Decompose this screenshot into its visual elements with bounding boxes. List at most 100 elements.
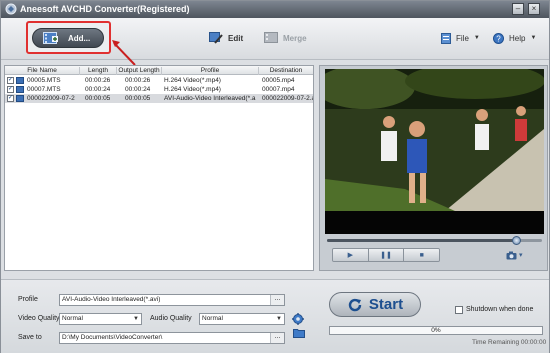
minimize-button[interactable]: –	[512, 3, 524, 15]
cell-destination: 00005.mp4	[262, 77, 295, 84]
audio-quality-select[interactable]: Normal ▼	[199, 313, 285, 325]
row-checkbox[interactable]: ✓	[7, 86, 14, 93]
file-dropdown-arrow-icon: ▼	[473, 35, 480, 41]
playback-controls: ▶ ❚❚ ■	[332, 248, 440, 262]
stop-button[interactable]: ■	[404, 249, 439, 261]
refresh-icon	[348, 298, 362, 311]
cell-length: 00:00:05	[85, 95, 111, 102]
video-file-icon	[16, 95, 24, 102]
title-bar: Aneesoft AVCHD Converter(Registered) – ×	[1, 1, 549, 18]
shutdown-label: Shutdown when done	[466, 306, 534, 313]
camera-icon	[506, 251, 517, 259]
edit-icon	[209, 32, 223, 44]
cell-profile: H.264 Video(*.mp4)	[164, 77, 221, 84]
audio-quality-label: Audio Quality	[150, 315, 192, 322]
app-window: Aneesoft AVCHD Converter(Registered) – ×…	[0, 0, 550, 353]
stop-icon: ■	[419, 251, 424, 259]
merge-icon	[264, 32, 278, 43]
row-checkbox[interactable]: ✓	[7, 77, 14, 84]
save-to-value: D:\My Documents\VideoConverter\	[62, 334, 163, 341]
cell-destination: 00007.mp4	[262, 86, 295, 93]
progress-text: 0%	[431, 327, 441, 334]
video-quality-label: Video Quality	[18, 315, 60, 322]
file-menu[interactable]: File ▼	[441, 30, 480, 46]
progress-bar: 0%	[329, 326, 543, 335]
snapshot-dropdown-arrow-icon: ▾	[519, 252, 523, 259]
video-preview	[325, 69, 544, 234]
save-to-label: Save to	[18, 334, 42, 341]
cell-file-name: 00007.MTS	[27, 86, 61, 93]
pause-icon: ❚❚	[380, 252, 392, 259]
table-row[interactable]: ✓ 00007.MTS 00:00:24 00:00:24 H.264 Vide…	[5, 85, 313, 94]
chevron-down-icon: ▼	[276, 316, 282, 322]
file-icon	[441, 32, 451, 44]
video-quality-value: Normal	[62, 315, 83, 322]
seek-fill	[327, 239, 517, 242]
profile-browse-button[interactable]: ...	[270, 295, 284, 305]
svg-text:?: ?	[496, 34, 501, 43]
help-menu-label: Help	[509, 33, 526, 43]
video-file-icon	[16, 77, 24, 84]
column-header-file-name[interactable]: File Name	[5, 67, 80, 75]
edit-label: Edit	[228, 33, 244, 43]
open-folder-icon[interactable]	[293, 328, 305, 338]
time-remaining: Time Remaining 00:00:00	[472, 339, 547, 346]
add-button-highlight: Add...	[26, 21, 111, 54]
video-frame-image	[325, 69, 544, 234]
help-dropdown-arrow-icon: ▼	[530, 35, 537, 41]
column-header-profile[interactable]: Profile	[162, 67, 259, 75]
merge-button[interactable]: Merge	[264, 30, 307, 46]
profile-value: AVI-Audio-Video Interleaved(*.avi)	[62, 296, 161, 303]
snapshot-button[interactable]: ▾	[506, 249, 526, 261]
column-header-destination[interactable]: Destination	[259, 67, 313, 75]
play-button[interactable]: ▶	[333, 249, 369, 261]
file-list-header: File Name Length Output Length Profile D…	[5, 66, 313, 75]
help-icon: ?	[493, 32, 504, 44]
toolbar: Add... Edit Merge File ▼ ? Help ▼	[1, 18, 549, 60]
start-label: Start	[368, 296, 404, 313]
seek-thumb[interactable]	[512, 236, 522, 245]
seek-slider[interactable]	[327, 236, 542, 245]
table-row[interactable]: ✓ 000022009-07-2 00:00:05 00:00:05 AVI-A…	[5, 94, 313, 103]
chevron-down-icon: ▼	[133, 316, 139, 322]
window-title: Aneesoft AVCHD Converter(Registered)	[20, 4, 190, 14]
file-menu-label: File	[456, 33, 469, 43]
cell-length: 00:00:24	[85, 86, 111, 93]
profile-field[interactable]: AVI-Audio-Video Interleaved(*.avi) ...	[59, 294, 285, 306]
cell-profile: H.264 Video(*.mp4)	[164, 86, 221, 93]
shutdown-checkbox[interactable]	[455, 306, 463, 314]
edit-button[interactable]: Edit	[209, 30, 243, 46]
cell-file-name: 000022009-07-2	[27, 95, 75, 102]
table-row[interactable]: ✓ 00005.MTS 00:00:26 00:00:26 H.264 Vide…	[5, 76, 313, 85]
close-button[interactable]: ×	[528, 3, 540, 15]
cell-output-length: 00:00:26	[125, 77, 151, 84]
start-button[interactable]: Start	[329, 292, 421, 317]
audio-quality-value: Normal	[202, 315, 223, 322]
add-button-label: Add...	[68, 34, 91, 43]
file-list[interactable]: File Name Length Output Length Profile D…	[4, 65, 314, 271]
play-icon: ▶	[347, 252, 354, 259]
merge-label: Merge	[283, 33, 307, 43]
app-logo-icon	[5, 3, 17, 15]
column-header-length[interactable]: Length	[80, 67, 117, 75]
pause-button[interactable]: ❚❚	[368, 249, 405, 261]
video-quality-select[interactable]: Normal ▼	[59, 313, 142, 325]
video-file-icon	[16, 86, 24, 93]
save-to-field[interactable]: D:\My Documents\VideoConverter\ ...	[59, 332, 285, 344]
add-film-icon	[43, 32, 58, 44]
preview-panel: ▶ ❚❚ ■ ▾	[319, 65, 548, 271]
gear-icon[interactable]	[292, 313, 304, 325]
help-menu[interactable]: ? Help ▼	[493, 30, 536, 46]
save-to-browse-button[interactable]: ...	[270, 333, 284, 343]
annotation-arrow-icon	[112, 40, 136, 66]
cell-file-name: 00005.MTS	[27, 77, 61, 84]
cell-destination: 000022009-07-2.a	[262, 95, 313, 102]
cell-length: 00:00:26	[85, 77, 111, 84]
column-header-output-length[interactable]: Output Length	[117, 67, 162, 75]
row-checkbox[interactable]: ✓	[7, 95, 14, 102]
cell-output-length: 00:00:05	[125, 95, 151, 102]
cell-profile: AVI-Audio-Video Interleaved(*.a	[164, 95, 256, 102]
cell-output-length: 00:00:24	[125, 86, 151, 93]
profile-label: Profile	[18, 296, 38, 303]
add-button[interactable]: Add...	[32, 28, 104, 48]
